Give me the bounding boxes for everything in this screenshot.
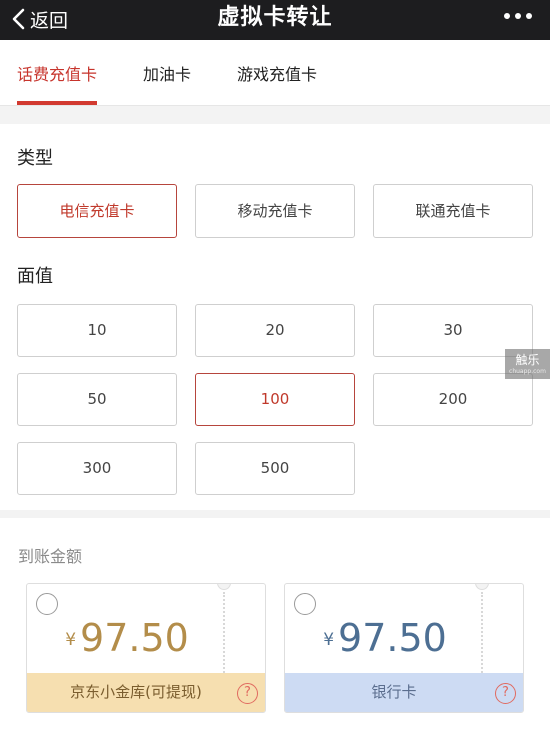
receive-card-jd-vault[interactable]: ¥97.50 京东小金库(可提现) ? <box>26 583 266 713</box>
type-section-label: 类型 <box>17 148 53 169</box>
receive-amount-label: 到账金额 <box>18 547 83 566</box>
value-option-100[interactable]: 100 <box>195 373 355 426</box>
tab-phone-card[interactable]: 话费充值卡 <box>17 40 97 106</box>
type-option-telecom[interactable]: 电信充值卡 <box>17 184 177 238</box>
card-destination-label: 银行卡 <box>285 673 523 712</box>
active-tab-indicator <box>17 101 97 105</box>
watermark-text: 触乐 <box>515 353 540 367</box>
amount-value: 97.50 <box>338 616 447 660</box>
currency-symbol: ¥ <box>65 630 77 650</box>
value-option-300[interactable]: 300 <box>17 442 177 495</box>
value-option-20[interactable]: 20 <box>195 304 355 357</box>
help-question-icon[interactable]: ? <box>495 683 516 704</box>
page-title: 虚拟卡转让 <box>217 5 333 30</box>
category-tabs: 话费充值卡 加油卡 游戏充值卡 <box>0 40 550 106</box>
help-question-icon[interactable]: ? <box>237 683 258 704</box>
value-option-200[interactable]: 200 <box>373 373 533 426</box>
receive-amount: ¥97.50 <box>27 616 227 660</box>
currency-symbol: ¥ <box>323 630 335 650</box>
tab-fuel-card[interactable]: 加油卡 <box>143 40 191 106</box>
watermark-badge: 触乐 chuapp.com <box>505 349 550 379</box>
value-option-50[interactable]: 50 <box>17 373 177 426</box>
receive-card-bank[interactable]: ¥97.50 银行卡 ? <box>284 583 524 713</box>
radio-button[interactable] <box>294 593 316 615</box>
watermark-domain: chuapp.com <box>509 368 546 375</box>
value-option-10[interactable]: 10 <box>17 304 177 357</box>
value-option-500[interactable]: 500 <box>195 442 355 495</box>
nav-bar: 返回 虚拟卡转让 <box>0 0 550 40</box>
amount-value: 97.50 <box>80 616 189 660</box>
tab-game-card[interactable]: 游戏充值卡 <box>237 40 317 106</box>
radio-button[interactable] <box>36 593 58 615</box>
receive-amount: ¥97.50 <box>285 616 485 660</box>
value-section-label: 面值 <box>17 266 53 287</box>
more-dots-icon[interactable] <box>504 13 532 19</box>
type-option-unicom[interactable]: 联通充值卡 <box>373 184 533 238</box>
card-destination-label: 京东小金库(可提现) <box>27 673 265 712</box>
type-option-mobile[interactable]: 移动充值卡 <box>195 184 355 238</box>
